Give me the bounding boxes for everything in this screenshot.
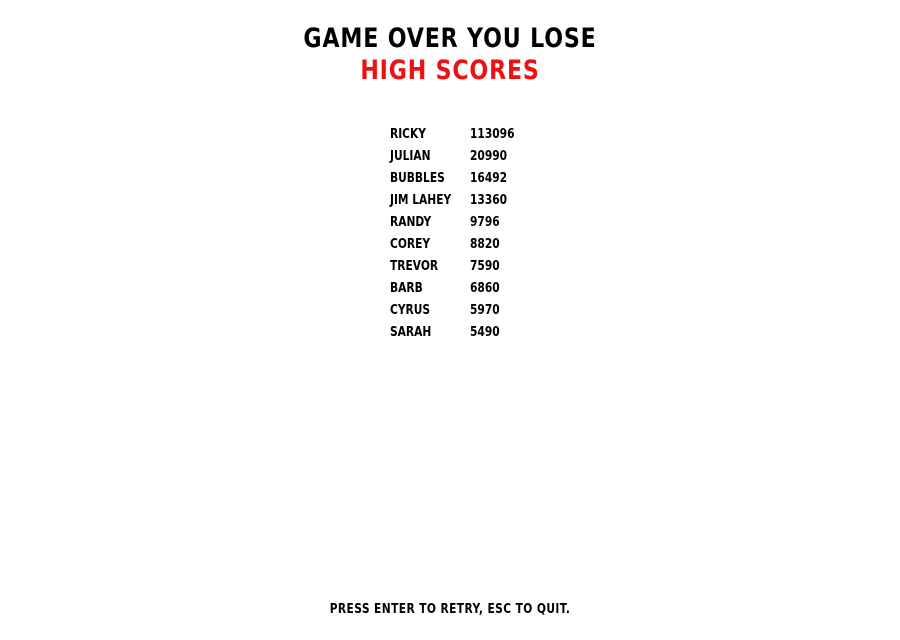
player-score: 5970 [470, 303, 500, 318]
score-row: SARAH 5490 [390, 323, 590, 345]
game-over-screen: GAME OVER YOU LOSE HIGH SCORES RICKY 113… [0, 0, 900, 640]
player-name: CYRUS [390, 303, 431, 318]
score-row: RANDY 9796 [390, 213, 590, 235]
player-score: 7590 [470, 259, 500, 274]
player-name: RANDY [390, 215, 432, 230]
player-score: 20990 [470, 149, 508, 164]
player-name: JULIAN [390, 149, 431, 164]
score-row: TREVOR 7590 [390, 257, 590, 279]
player-score: 113096 [470, 127, 515, 142]
score-row: JULIAN 20990 [390, 147, 590, 169]
score-row: BARB 6860 [390, 279, 590, 301]
player-score: 6860 [470, 281, 500, 296]
player-score: 9796 [470, 215, 500, 230]
player-name: COREY [390, 237, 431, 252]
high-score-table: RICKY 113096 JULIAN 20990 BUBBLES 16492 … [390, 125, 590, 345]
score-row: COREY 8820 [390, 235, 590, 257]
player-name: BARB [390, 281, 423, 296]
player-name: SARAH [390, 325, 432, 340]
game-over-title: GAME OVER YOU LOSE [303, 23, 597, 54]
score-row: CYRUS 5970 [390, 301, 590, 323]
player-name: TREVOR [390, 259, 439, 274]
retry-quit-instructions: PRESS ENTER TO RETRY, ESC TO QUIT. [329, 602, 571, 617]
score-row: RICKY 113096 [390, 125, 590, 147]
player-name: BUBBLES [390, 171, 445, 186]
player-score: 8820 [470, 237, 500, 252]
score-row: BUBBLES 16492 [390, 169, 590, 191]
score-row: JIM LAHEY 13360 [390, 191, 590, 213]
player-score: 13360 [470, 193, 508, 208]
player-name: RICKY [390, 127, 426, 142]
high-scores-heading: HIGH SCORES [360, 55, 540, 86]
player-name: JIM LAHEY [390, 193, 452, 208]
player-score: 5490 [470, 325, 500, 340]
player-score: 16492 [470, 171, 508, 186]
